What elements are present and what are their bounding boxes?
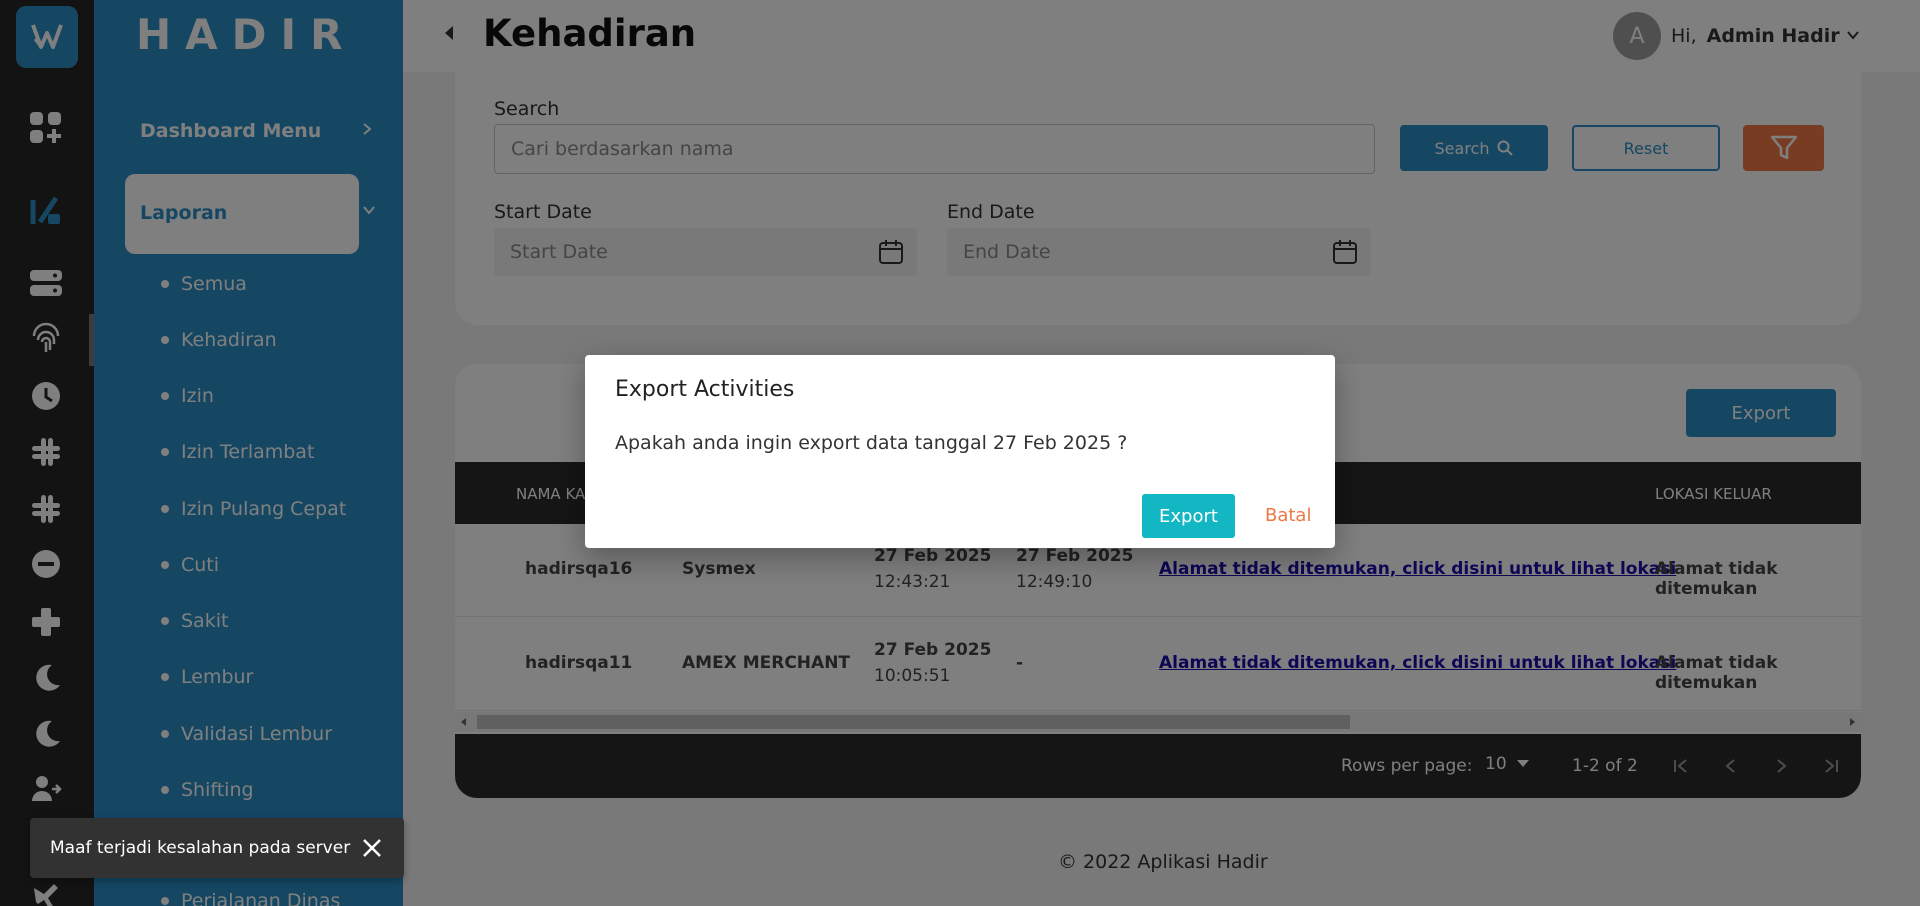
dialog-title: Export Activities (615, 377, 795, 402)
export-dialog: Export Activities Apakah anda ingin expo… (585, 355, 1335, 548)
cancel-button[interactable]: Batal (1265, 505, 1311, 526)
snackbar-message: Maaf terjadi kesalahan pada server (50, 838, 351, 858)
error-snackbar: Maaf terjadi kesalahan pada server (30, 818, 404, 878)
dialog-message: Apakah anda ingin export data tanggal 27… (615, 432, 1128, 454)
close-icon[interactable] (360, 836, 384, 860)
confirm-export-button[interactable]: Export (1142, 494, 1235, 538)
